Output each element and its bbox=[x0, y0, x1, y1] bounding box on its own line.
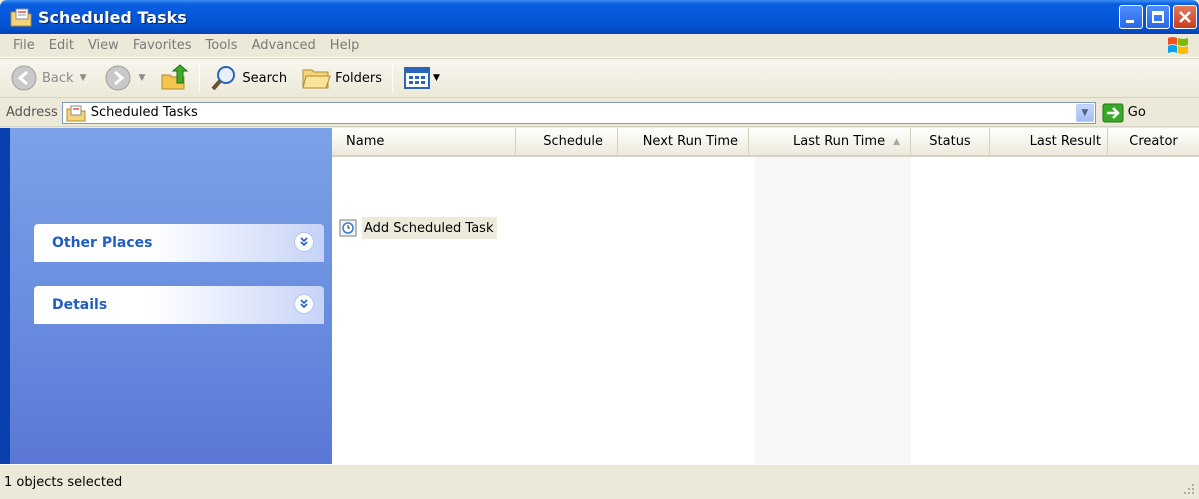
toolbar-separator bbox=[199, 63, 201, 93]
menu-favorites[interactable]: Favorites bbox=[126, 38, 199, 53]
details-panel-header[interactable]: Details bbox=[34, 286, 324, 324]
sort-ascending-icon: ▲ bbox=[893, 136, 900, 147]
column-header-name[interactable]: Name bbox=[332, 128, 516, 155]
task-pane: Other Places Details bbox=[10, 128, 332, 464]
up-folder-button[interactable] bbox=[155, 61, 193, 95]
address-label: Address bbox=[6, 105, 58, 120]
toolbar-separator bbox=[392, 63, 394, 93]
window-frame-left bbox=[0, 128, 10, 464]
search-icon bbox=[211, 66, 236, 91]
back-dropdown-icon[interactable]: ▼ bbox=[80, 73, 87, 83]
column-header-label: Creator bbox=[1129, 134, 1178, 149]
search-label: Search bbox=[242, 70, 288, 86]
other-places-title: Other Places bbox=[52, 235, 153, 251]
window-title: Scheduled Tasks bbox=[38, 7, 187, 27]
title-bar: Scheduled Tasks bbox=[0, 0, 1199, 34]
search-button[interactable]: Search bbox=[206, 61, 291, 95]
expand-chevron-icon[interactable] bbox=[294, 294, 314, 314]
menu-tools[interactable]: Tools bbox=[199, 38, 245, 53]
views-button[interactable]: ▼ bbox=[399, 61, 444, 95]
column-header-label: Schedule bbox=[543, 134, 603, 149]
forward-arrow-icon bbox=[105, 65, 131, 91]
column-header-creator[interactable]: Creator bbox=[1108, 128, 1199, 155]
column-header-label: Status bbox=[929, 134, 971, 149]
menu-help[interactable]: Help bbox=[323, 38, 367, 53]
forward-button[interactable]: ▼ bbox=[100, 61, 149, 95]
list-item[interactable]: Add Scheduled Task bbox=[338, 216, 498, 240]
chevron-down-icon: ▼ bbox=[1081, 107, 1089, 118]
close-icon bbox=[1179, 11, 1191, 23]
toolbar: Back ▼ ▼ Search Folders ▼ bbox=[0, 58, 1199, 98]
back-arrow-icon bbox=[11, 65, 37, 91]
status-text: 1 objects selected bbox=[4, 474, 123, 490]
column-header-last-run-time[interactable]: Last Run Time ▲ bbox=[749, 128, 911, 155]
address-input[interactable]: Scheduled Tasks ▼ bbox=[61, 101, 1096, 124]
column-header-status[interactable]: Status bbox=[911, 128, 990, 155]
other-places-panel-header[interactable]: Other Places bbox=[34, 224, 324, 262]
address-bar: Address Scheduled Tasks ▼ Go bbox=[0, 99, 1199, 127]
back-button[interactable]: Back ▼ bbox=[6, 61, 90, 95]
go-arrow-icon bbox=[1102, 103, 1124, 122]
folders-icon bbox=[302, 69, 331, 89]
go-button[interactable]: Go bbox=[1102, 103, 1146, 123]
windows-logo-icon bbox=[1168, 37, 1188, 54]
up-folder-icon bbox=[161, 64, 189, 90]
close-button[interactable] bbox=[1173, 5, 1197, 29]
expand-chevron-icon[interactable] bbox=[294, 232, 314, 252]
back-label: Back bbox=[42, 70, 74, 86]
maximize-button[interactable] bbox=[1146, 5, 1170, 29]
status-bar: 1 objects selected bbox=[0, 464, 1199, 499]
folders-label: Folders bbox=[335, 70, 383, 86]
details-title: Details bbox=[52, 297, 108, 313]
minimize-button[interactable] bbox=[1119, 5, 1143, 29]
column-header-last-result[interactable]: Last Result bbox=[990, 128, 1108, 155]
column-header-label: Last Run Time bbox=[792, 134, 886, 149]
forward-dropdown-icon[interactable]: ▼ bbox=[138, 73, 145, 83]
column-header-next-run-time[interactable]: Next Run Time bbox=[618, 128, 749, 155]
sorted-column-highlight bbox=[755, 157, 911, 464]
list-header: Name Schedule Next Run Time Last Run Tim… bbox=[332, 128, 1199, 157]
list-item-name: Add Scheduled Task bbox=[362, 217, 498, 239]
go-label: Go bbox=[1127, 105, 1146, 120]
menu-advanced[interactable]: Advanced bbox=[245, 38, 323, 53]
resize-grip-icon[interactable] bbox=[1183, 483, 1195, 495]
menu-view[interactable]: View bbox=[81, 38, 126, 53]
scheduled-tasks-folder-icon bbox=[66, 105, 86, 121]
menu-edit[interactable]: Edit bbox=[42, 38, 81, 53]
column-header-label: Name bbox=[346, 134, 385, 149]
views-dropdown-icon[interactable]: ▼ bbox=[433, 73, 440, 83]
minimize-icon bbox=[1126, 20, 1134, 23]
add-scheduled-task-icon bbox=[339, 219, 357, 237]
file-list-view[interactable]: Name Schedule Next Run Time Last Run Tim… bbox=[332, 128, 1199, 464]
scheduled-tasks-folder-icon bbox=[10, 8, 32, 27]
column-header-label: Last Result bbox=[1029, 134, 1101, 149]
column-header-schedule[interactable]: Schedule bbox=[516, 128, 618, 155]
address-value: Scheduled Tasks bbox=[90, 105, 198, 120]
menu-bar: File Edit View Favorites Tools Advanced … bbox=[0, 34, 1199, 58]
views-icon bbox=[404, 67, 431, 89]
folders-button[interactable]: Folders bbox=[297, 61, 386, 95]
menu-file[interactable]: File bbox=[6, 38, 42, 53]
address-dropdown-button[interactable]: ▼ bbox=[1075, 103, 1094, 122]
column-header-label: Next Run Time bbox=[642, 134, 738, 149]
maximize-icon bbox=[1152, 11, 1164, 23]
